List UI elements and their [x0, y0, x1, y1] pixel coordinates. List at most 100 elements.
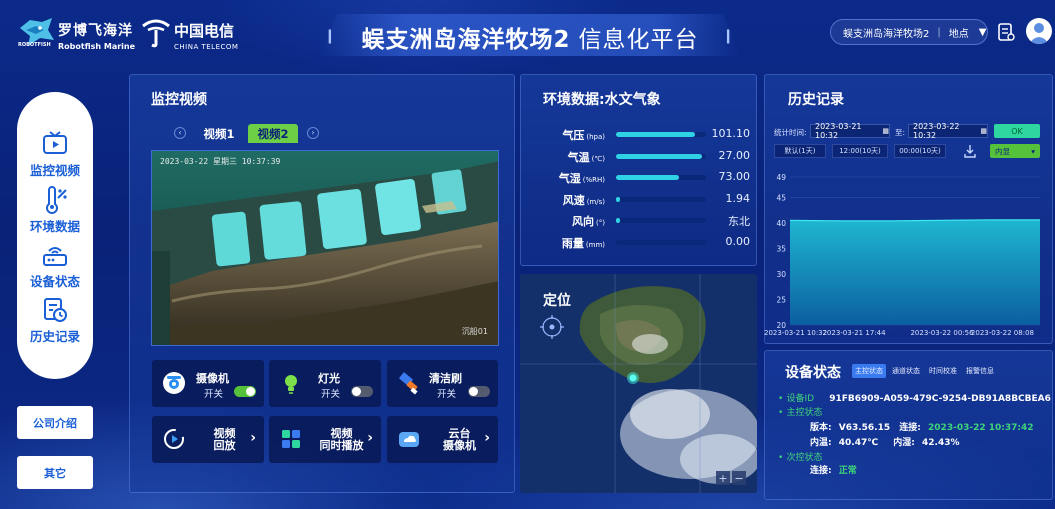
avatar[interactable] [1026, 18, 1052, 44]
brand1-en: Robotfish Marine [58, 42, 136, 51]
brand1-sub: ROBOTFISH [18, 42, 51, 48]
tab-video-1[interactable]: 视频1 [196, 124, 242, 143]
range-button-default[interactable]: 默认(1天) [774, 144, 826, 158]
tab-channel-status[interactable]: 通道状态 [889, 364, 923, 378]
device-id-row: • 设备ID 91FB6909-A059-479C-9254-DB91A8BCB… [778, 391, 1051, 404]
brand1: 罗博飞海洋 Robotfish Marine [58, 20, 135, 51]
env-value: 73.00 [718, 170, 751, 183]
cloud-camera-button[interactable]: 云台 摄像机 › [387, 416, 498, 463]
temp-label: 内温: [810, 438, 832, 448]
chevron-right-icon[interactable]: › [307, 127, 319, 139]
series-select-value: 内显 [995, 146, 1010, 156]
location-separator: | [937, 26, 941, 38]
tab-alarm-info[interactable]: 报警信息 [963, 364, 997, 378]
env-bar-track [616, 239, 706, 245]
location-select[interactable]: 蜈支洲岛海洋牧场2 | 地点 ▼ [830, 19, 988, 45]
china-telecom-logo-icon [142, 19, 170, 48]
replay-label: 视频 回放 [197, 428, 252, 452]
humid-value: 42.43% [922, 438, 960, 448]
range-button-midnight[interactable]: 00:00(10天) [894, 144, 946, 158]
multi-play-label-line2: 同时播放 [319, 439, 364, 452]
camera-toggle[interactable] [234, 386, 256, 397]
light-control-state: 开关 [321, 389, 341, 400]
company-intro-button[interactable]: 公司介绍 [17, 406, 93, 439]
device-id-label: 设备ID [786, 394, 815, 404]
brand2-cn: 中国电信 [174, 22, 235, 40]
version-label: 版本: [810, 423, 832, 433]
light-control: 灯光 开关 [269, 360, 381, 407]
location-value: 蜈支洲岛海洋牧场2 [843, 28, 930, 40]
series-select[interactable]: 内显 ▾ [990, 144, 1040, 158]
light-toggle[interactable] [351, 386, 373, 397]
page-title: ❙ 蜈支洲岛海洋牧场2 信息化平台 ❙ [320, 8, 740, 58]
device-id-value: 91FB6909-A059-479C-9254-DB91A8BCBEA6 [829, 394, 1051, 404]
chevron-right-icon: › [484, 430, 490, 446]
tab-main-status[interactable]: 主控状态 [852, 364, 886, 378]
tab-video-2[interactable]: 视频2 [248, 124, 298, 143]
sidebar-item-device[interactable]: 设备状态 [17, 241, 93, 290]
tv-icon [43, 131, 67, 154]
env-label: 气温 (℃) [568, 149, 605, 165]
video-replay-button[interactable]: 视频 回放 › [152, 416, 264, 463]
thermometer-icon [46, 186, 67, 214]
video-panel-title: 监控视频 [151, 92, 207, 108]
y-tick-label: 25 [776, 295, 786, 304]
x-tick-label: 2023-03-21 17:44 [822, 329, 886, 337]
download-icon[interactable] [963, 144, 977, 158]
sidebar-item-history[interactable]: 历史记录 [17, 296, 93, 345]
calendar-icon: ▦ [882, 127, 889, 135]
env-row: 风向 (°) 东北 [530, 213, 750, 231]
sub-connect-value: 正常 [838, 466, 857, 476]
range-button-noon[interactable]: 12:00(10天) [832, 144, 888, 158]
to-label: 至: [895, 128, 906, 137]
sidebar-item-label: 环境数据 [29, 219, 80, 234]
time-range-label: 统计时间: [774, 128, 807, 137]
end-time-input[interactable]: 2023-03-22 10:32 ▦ [908, 122, 988, 140]
history-chart: 494540353025202023-03-21 10:322023-03-21… [764, 173, 1040, 337]
multi-play-button[interactable]: 视频 同时播放 › [269, 416, 381, 463]
env-unit: (°) [596, 219, 605, 227]
y-tick-label: 45 [776, 193, 786, 202]
environment-panel-title: 环境数据:水文气象 [543, 92, 661, 108]
multi-play-icon [282, 430, 300, 448]
connect-time: 2023-03-22 10:37:42 [928, 423, 1034, 433]
main-status-row: • 主控状态 [778, 405, 822, 418]
sub-status-row: • 次控状态 [778, 450, 822, 463]
replay-label-line2: 回放 [213, 439, 236, 452]
start-time-input[interactable]: 2023-03-21 10:32 ▦ [810, 122, 890, 140]
env-value: 1.94 [725, 191, 751, 205]
document-icon[interactable] [997, 22, 1015, 42]
env-label-text: 风速 [562, 193, 585, 207]
chevron-right-icon: › [367, 430, 373, 446]
env-bar-fill [616, 175, 679, 180]
video-camera-label: 沉船01 [461, 327, 488, 336]
env-bar-track [616, 218, 706, 223]
status-dot-icon: • [778, 453, 784, 463]
env-unit: (%RH) [582, 176, 605, 184]
chevron-down-icon: ▼ [978, 26, 987, 38]
chevron-left-icon[interactable]: ‹ [174, 127, 186, 139]
video-frame-image [152, 151, 498, 345]
brush-control-state: 开关 [437, 389, 457, 400]
brush-toggle[interactable] [468, 386, 490, 397]
ok-button[interactable]: OK [994, 124, 1040, 138]
other-button[interactable]: 其它 [17, 456, 93, 489]
tab-time-sync[interactable]: 时间校准 [926, 364, 960, 378]
env-bar-fill [616, 218, 620, 223]
device-tabs: 主控状态 通道状态 时间校准 报警信息 [852, 364, 997, 378]
x-tick-label: 2023-03-21 10:32 [764, 329, 827, 337]
env-row: 气湿 (%RH) 73.00 [530, 170, 750, 188]
connect-label: 连接: [899, 423, 921, 433]
sidebar-item-environment[interactable]: 环境数据 [17, 186, 93, 235]
version-row: 版本: V63.56.15 连接: 2023-03-22 10:37:42 [810, 420, 1034, 433]
env-label: 风向 (°) [572, 213, 605, 229]
video-player[interactable]: 2023-03-22 星期三 10:37:39 沉船01 [151, 150, 499, 346]
status-dot-icon: • [778, 408, 784, 418]
end-time-value: 2023-03-22 10:32 [913, 122, 960, 140]
camera-control-name: 摄像机 [196, 372, 229, 385]
sidebar-item-monitor[interactable]: 监控视频 [17, 130, 93, 179]
version-value: V63.56.15 [838, 423, 891, 433]
temp-row: 内温: 40.47℃ 内湿: 42.43% [810, 435, 960, 448]
svg-text:+: + [718, 472, 727, 485]
env-row: 气温 (℃) 27.00 [530, 149, 750, 167]
